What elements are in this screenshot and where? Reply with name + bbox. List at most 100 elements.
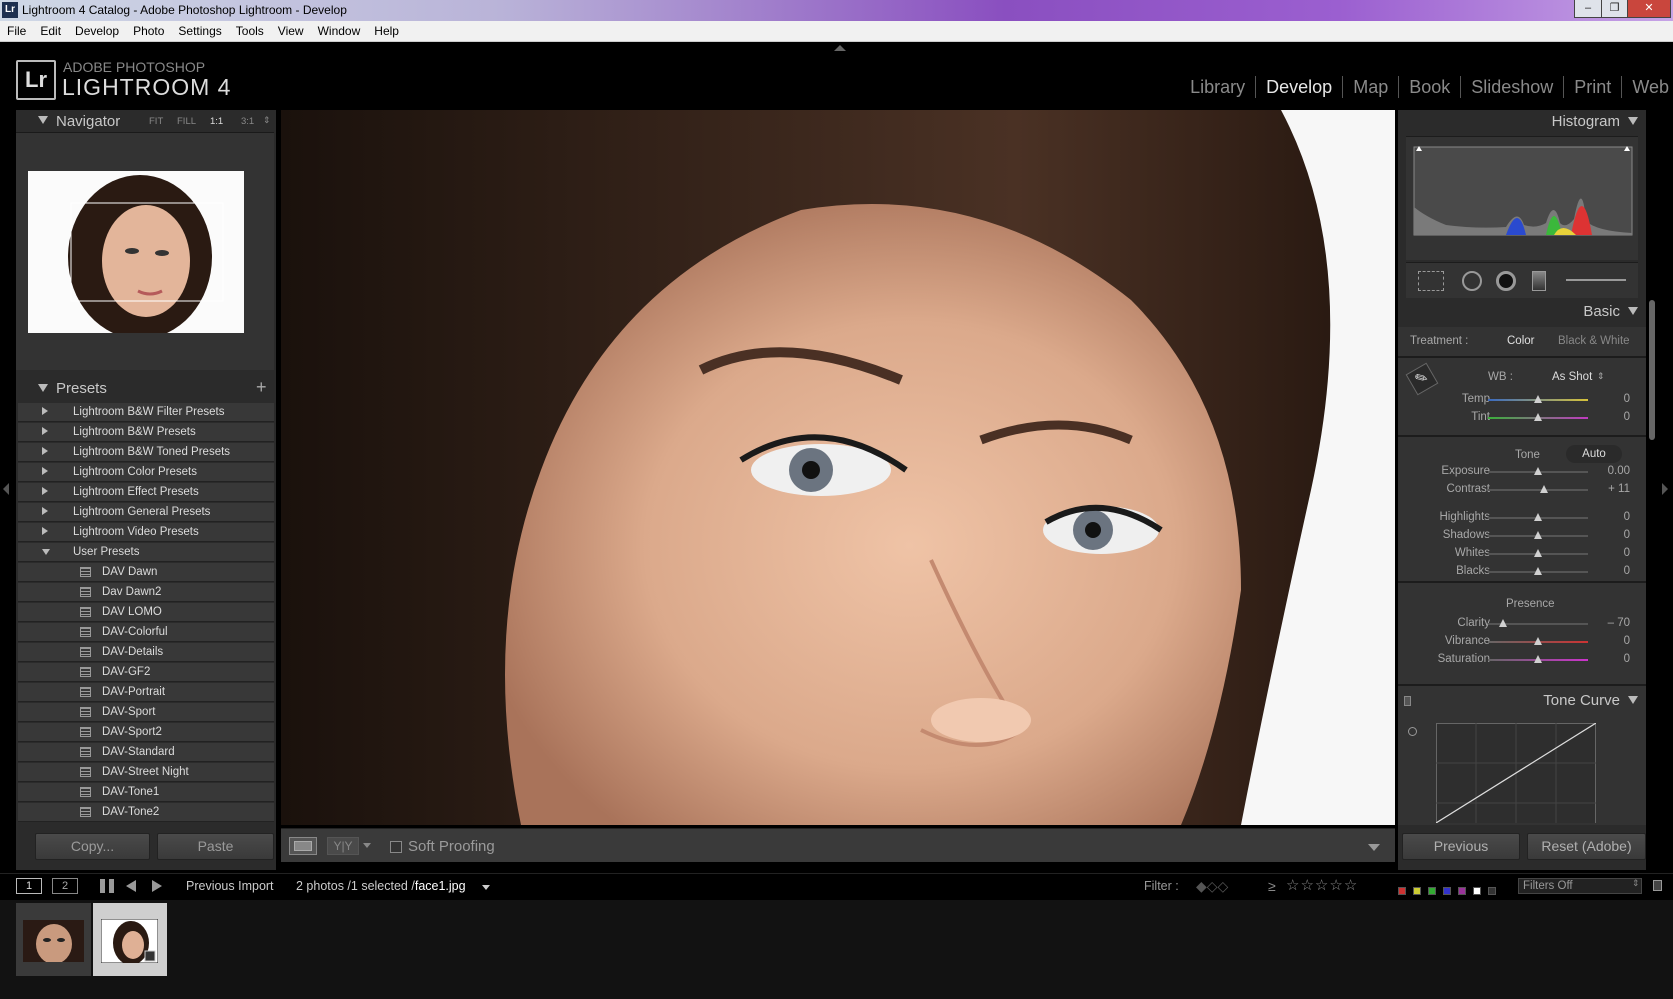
- filter-stepper-icon[interactable]: ⇕: [1632, 878, 1640, 889]
- module-print[interactable]: Print: [1564, 76, 1623, 98]
- minimize-button[interactable]: –: [1574, 0, 1602, 18]
- slider-shadows[interactable]: Shadows 0: [1398, 527, 1646, 545]
- source-label[interactable]: Previous Import: [186, 879, 274, 893]
- filmstrip-cell-selected[interactable]: [93, 903, 167, 976]
- slider-thumb[interactable]: [1534, 395, 1542, 403]
- menu-file[interactable]: File: [0, 21, 33, 38]
- slider-value[interactable]: – 70: [1608, 617, 1630, 629]
- before-after-icon[interactable]: Y|Y: [327, 837, 359, 855]
- preset-item[interactable]: DAV-Details: [18, 643, 274, 662]
- preset-folder[interactable]: Lightroom B&W Presets: [18, 423, 274, 442]
- chevron-down-icon[interactable]: [363, 843, 371, 848]
- rating-operator[interactable]: ≥: [1268, 878, 1276, 894]
- treatment-bw[interactable]: Black & White: [1558, 335, 1630, 347]
- grid-view-icon[interactable]: [100, 879, 114, 893]
- slider-thumb[interactable]: [1539, 485, 1548, 493]
- flag-filter-icons[interactable]: ◆◇◇: [1196, 878, 1228, 895]
- slider-thumb[interactable]: [1534, 413, 1542, 421]
- treatment-color[interactable]: Color: [1507, 335, 1534, 347]
- screen-1-button[interactable]: 1: [16, 878, 42, 894]
- menu-settings[interactable]: Settings: [171, 21, 228, 38]
- preset-item[interactable]: DAV-Street Night: [18, 763, 274, 782]
- auto-tone-button[interactable]: Auto: [1566, 445, 1622, 463]
- collapse-icon[interactable]: [1628, 696, 1638, 704]
- slider-value[interactable]: 0: [1624, 653, 1630, 665]
- preset-item[interactable]: DAV Dawn: [18, 563, 274, 582]
- reset-button[interactable]: Reset (Adobe): [1527, 833, 1646, 860]
- preset-folder[interactable]: Lightroom B&W Filter Presets: [18, 403, 274, 422]
- wb-stepper-icon[interactable]: ⇕: [1597, 371, 1605, 382]
- copy-button[interactable]: Copy...: [35, 833, 150, 860]
- slider-value[interactable]: 0: [1624, 565, 1630, 577]
- preset-item[interactable]: DAV-Colorful: [18, 623, 274, 642]
- preset-item[interactable]: DAV-Portrait: [18, 683, 274, 702]
- tone-curve-graph[interactable]: [1436, 723, 1596, 823]
- spot-removal-icon[interactable]: [1462, 271, 1482, 291]
- slider-thumb[interactable]: [1499, 619, 1507, 627]
- back-arrow-icon[interactable]: [126, 880, 136, 892]
- menu-view[interactable]: View: [271, 21, 311, 38]
- graduated-filter-icon[interactable]: [1532, 271, 1546, 291]
- presets-header[interactable]: Presets +: [16, 376, 276, 400]
- preset-folder[interactable]: Lightroom Video Presets: [18, 523, 274, 542]
- filter-preset-select[interactable]: Filters Off: [1518, 878, 1642, 894]
- slider-exposure[interactable]: Exposure 0.00: [1398, 463, 1646, 481]
- slider-thumb[interactable]: [1534, 655, 1542, 663]
- left-panel-toggle-icon[interactable]: [3, 483, 9, 495]
- collapse-icon[interactable]: [1628, 117, 1638, 125]
- top-panel-toggle-icon[interactable]: [834, 45, 846, 51]
- module-book[interactable]: Book: [1399, 76, 1462, 98]
- filter-lock-icon[interactable]: [1653, 880, 1662, 891]
- preset-folder[interactable]: Lightroom B&W Toned Presets: [18, 443, 274, 462]
- plus-icon[interactable]: +: [256, 377, 267, 398]
- slider-vibrance[interactable]: Vibrance 0: [1398, 633, 1646, 651]
- maximize-button[interactable]: ❐: [1601, 0, 1628, 18]
- slider-value[interactable]: 0: [1624, 529, 1630, 541]
- main-photo[interactable]: [281, 110, 1395, 825]
- menu-window[interactable]: Window: [311, 21, 368, 38]
- preset-item[interactable]: DAV LOMO: [18, 603, 274, 622]
- preset-folder[interactable]: Lightroom General Presets: [18, 503, 274, 522]
- slider-thumb[interactable]: [1534, 549, 1542, 557]
- crop-icon[interactable]: [1418, 271, 1444, 291]
- slider-highlights[interactable]: Highlights 0: [1398, 509, 1646, 527]
- previous-button[interactable]: Previous: [1402, 833, 1520, 860]
- red-eye-icon[interactable]: [1496, 271, 1516, 291]
- menu-help[interactable]: Help: [367, 21, 406, 38]
- toolbar-menu-icon[interactable]: [1368, 844, 1380, 851]
- slider-value[interactable]: 0.00: [1608, 465, 1630, 477]
- slider-thumb[interactable]: [1534, 531, 1542, 539]
- slider-value[interactable]: 0: [1624, 411, 1630, 423]
- right-panel-toggle-icon[interactable]: [1662, 483, 1668, 495]
- panel-switch-icon[interactable]: [1404, 696, 1411, 706]
- target-adjust-icon[interactable]: [1408, 727, 1417, 736]
- preset-item[interactable]: DAV-Standard: [18, 743, 274, 762]
- filmstrip-cell[interactable]: [16, 903, 91, 976]
- preset-folder[interactable]: Lightroom Color Presets: [18, 463, 274, 482]
- slider-whites[interactable]: Whites 0: [1398, 545, 1646, 563]
- slider-value[interactable]: 0: [1624, 635, 1630, 647]
- slider-value[interactable]: 0: [1624, 547, 1630, 559]
- preset-item[interactable]: DAV-Sport: [18, 703, 274, 722]
- loupe-view-icon[interactable]: [289, 837, 317, 855]
- preset-item[interactable]: Dav Dawn2: [18, 583, 274, 602]
- slider-clarity[interactable]: Clarity – 70: [1398, 615, 1646, 633]
- slider-thumb[interactable]: [1534, 637, 1542, 645]
- zoom-stepper-icon[interactable]: ⇕: [263, 115, 271, 126]
- chevron-down-icon[interactable]: [482, 885, 490, 890]
- collapse-icon[interactable]: [1628, 307, 1638, 315]
- navigator-header[interactable]: Navigator FIT FILL 1:1 3:1 ⇕: [16, 110, 276, 134]
- preset-item[interactable]: DAV-Tone2: [18, 803, 274, 822]
- preset-item[interactable]: DAV-Tone1: [18, 783, 274, 802]
- module-web[interactable]: Web: [1622, 76, 1673, 98]
- zoom-fit[interactable]: FIT: [149, 116, 163, 127]
- menu-tools[interactable]: Tools: [229, 21, 271, 38]
- preset-folder-user[interactable]: User Presets: [18, 543, 274, 562]
- paste-button[interactable]: Paste: [157, 833, 274, 860]
- soft-proofing-checkbox[interactable]: [390, 841, 402, 853]
- slider-value[interactable]: + 11: [1608, 483, 1630, 495]
- module-slideshow[interactable]: Slideshow: [1461, 76, 1565, 98]
- star-filter[interactable]: ☆☆☆☆☆: [1286, 876, 1358, 895]
- slider-thumb[interactable]: [1534, 467, 1542, 475]
- menu-photo[interactable]: Photo: [126, 21, 171, 38]
